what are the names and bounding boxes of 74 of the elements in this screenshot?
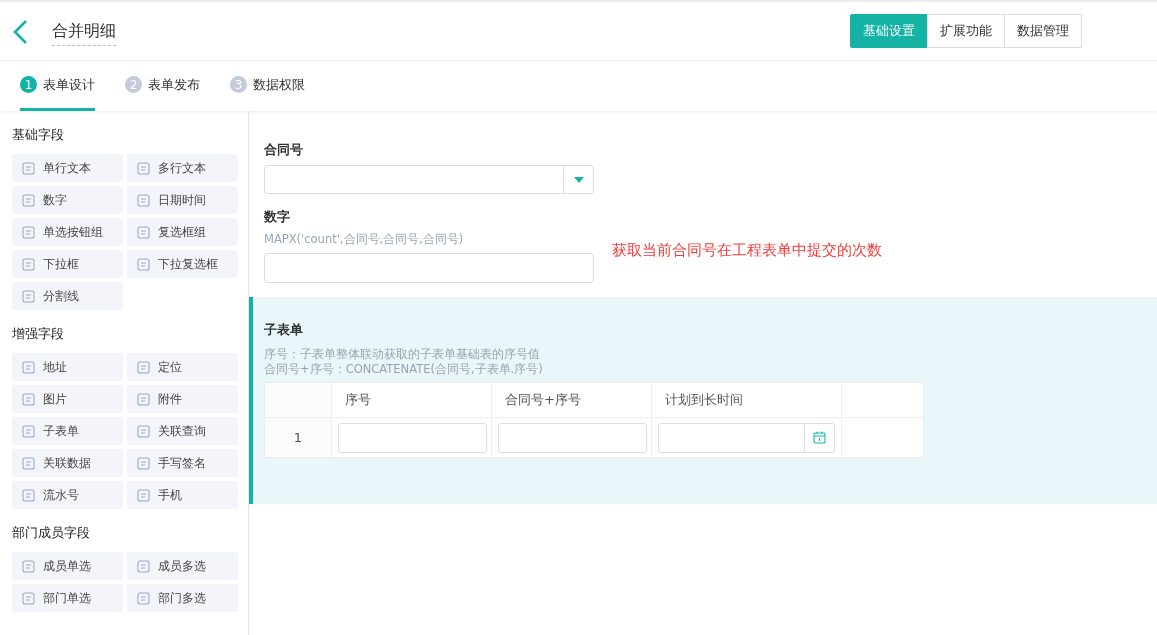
field-type-item[interactable]: 成员单选 [12, 552, 123, 580]
group-title: 基础字段 [12, 127, 65, 144]
field-type-icon [22, 392, 35, 406]
field-type-icon [137, 257, 150, 271]
back-icon[interactable] [12, 19, 28, 45]
field-type-item[interactable]: 关联数据 [12, 449, 123, 477]
input-field[interactable] [338, 422, 487, 453]
step-tab[interactable]: 3 数据权限 [230, 61, 305, 111]
field-type-item[interactable]: 单选按钮组 [12, 218, 123, 246]
field-type-icon [22, 424, 35, 438]
field-type-item[interactable]: 下拉复选框 [127, 250, 238, 278]
header-tab[interactable]: 数据管理 [1004, 14, 1082, 48]
field-type-icon [22, 225, 35, 239]
calendar-icon [813, 431, 826, 444]
field-type-item[interactable]: 单行文本 [12, 154, 123, 182]
field-type-icon [137, 591, 150, 605]
input-field[interactable] [264, 253, 594, 283]
subform-title: 子表单 [264, 321, 304, 339]
field-type-item[interactable]: 附件 [127, 385, 238, 413]
header-tab[interactable]: 扩展功能 [927, 14, 1005, 48]
formula-hint: 合同号+序号：CONCATENATE(合同号,子表单.序号) [264, 362, 544, 377]
field-label: 合同号 [264, 141, 304, 159]
field-type-item[interactable]: 分割线 [12, 282, 123, 310]
field-type-icon [22, 360, 35, 374]
field-type-item[interactable]: 复选框组 [127, 218, 238, 246]
form-title[interactable]: 合并明细 [52, 16, 116, 46]
group-title: 增强字段 [12, 326, 65, 343]
field-type-icon [22, 488, 35, 502]
field-type-icon [22, 161, 35, 175]
field-type-icon [137, 488, 150, 502]
field-type-item[interactable]: 地址 [12, 353, 123, 381]
field-type-icon [22, 456, 35, 470]
field-type-item[interactable]: 部门多选 [127, 584, 238, 612]
input-field[interactable] [498, 422, 647, 453]
caret-icon [573, 176, 584, 183]
field-type-icon [137, 559, 150, 573]
field-type-item[interactable]: 流水号 [12, 481, 123, 509]
field-type-item[interactable]: 定位 [127, 353, 238, 381]
field-type-icon [137, 193, 150, 207]
group-title: 部门成员字段 [12, 525, 91, 542]
row-number: 1 [265, 418, 332, 457]
column-header: 计划到长时间 [652, 383, 842, 417]
field-type-item[interactable]: 多行文本 [127, 154, 238, 182]
field-type-item[interactable]: 图片 [12, 385, 123, 413]
column-header: 序号 [332, 383, 492, 417]
field-type-icon [22, 559, 35, 573]
field-type-icon [22, 193, 35, 207]
field-type-item[interactable]: 日期时间 [127, 186, 238, 214]
column-header: 合同号+序号 [492, 383, 652, 417]
step-tab[interactable]: 2 表单发布 [125, 61, 200, 111]
annotation-text: 获取当前合同号在工程表单中提交的次数 [612, 240, 882, 260]
field-type-item[interactable]: 数字 [12, 186, 123, 214]
field-type-item[interactable]: 部门单选 [12, 584, 123, 612]
field-label: 数字 [264, 208, 291, 226]
select-field[interactable] [264, 165, 594, 194]
field-type-item[interactable]: 关联查询 [127, 417, 238, 445]
field-type-icon [137, 225, 150, 239]
field-type-icon [137, 392, 150, 406]
field-type-icon [137, 161, 150, 175]
field-type-icon [22, 257, 35, 271]
date-field[interactable] [658, 422, 835, 453]
field-type-icon [137, 360, 150, 374]
field-type-icon [22, 289, 35, 303]
step-tab[interactable]: 1 表单设计 [20, 61, 95, 111]
field-type-icon [137, 456, 150, 470]
field-type-item[interactable]: 下拉框 [12, 250, 123, 278]
field-type-item[interactable]: 子表单 [12, 417, 123, 445]
field-type-icon [22, 591, 35, 605]
formula-hint: MAPX('count',合同号,合同号,合同号) [264, 232, 465, 247]
field-type-item[interactable]: 手写签名 [127, 449, 238, 477]
formula-hint: 序号：子表单整体联动获取的子表单基础表的序号值 [264, 347, 541, 362]
field-type-icon [137, 424, 150, 438]
field-type-item[interactable]: 手机 [127, 481, 238, 509]
field-type-item[interactable]: 成员多选 [127, 552, 238, 580]
